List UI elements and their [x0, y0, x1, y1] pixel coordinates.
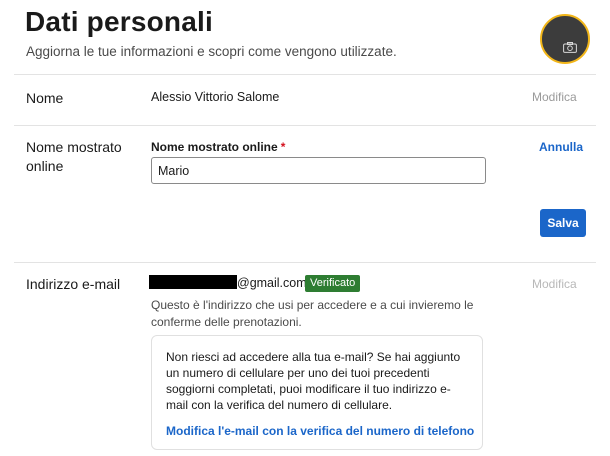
page-subtitle: Aggiorna le tue informazioni e scopri co… [26, 44, 397, 59]
edit-name-link[interactable]: Modifica [532, 90, 577, 104]
edit-email-link[interactable]: Modifica [532, 277, 577, 291]
email-recovery-info-box: Non riesci ad accedere alla tua e-mail? … [151, 335, 483, 450]
change-email-via-phone-link[interactable]: Modifica l'e-mail con la verifica del nu… [166, 424, 474, 438]
email-help-text: Questo è l'indirizzo che usi per acceder… [151, 298, 474, 329]
display-name-field-label-text: Nome mostrato online [151, 140, 278, 154]
email-row-label: Indirizzo e-mail [26, 276, 121, 292]
divider [14, 262, 596, 263]
display-name-field-label: Nome mostrato online * [151, 140, 285, 154]
redacted-email-local-part [149, 275, 237, 289]
cancel-link[interactable]: Annulla [539, 140, 583, 154]
info-box-text: Non riesci ad accedere alla tua e-mail? … [166, 350, 461, 412]
required-mark: * [280, 140, 286, 154]
verified-badge: Verificato [305, 275, 361, 292]
save-button[interactable]: Salva [540, 209, 586, 237]
display-name-input[interactable] [151, 157, 486, 184]
avatar[interactable] [540, 14, 590, 64]
divider [14, 74, 596, 75]
display-name-row-label: Nome mostrato online [26, 139, 122, 174]
email-domain: @gmail.com [237, 276, 307, 290]
page-title: Dati personali [25, 6, 213, 37]
divider [14, 125, 596, 126]
name-value: Alessio Vittorio Salome [151, 90, 280, 104]
name-row-label: Nome [26, 90, 64, 106]
camera-icon[interactable] [563, 42, 577, 53]
